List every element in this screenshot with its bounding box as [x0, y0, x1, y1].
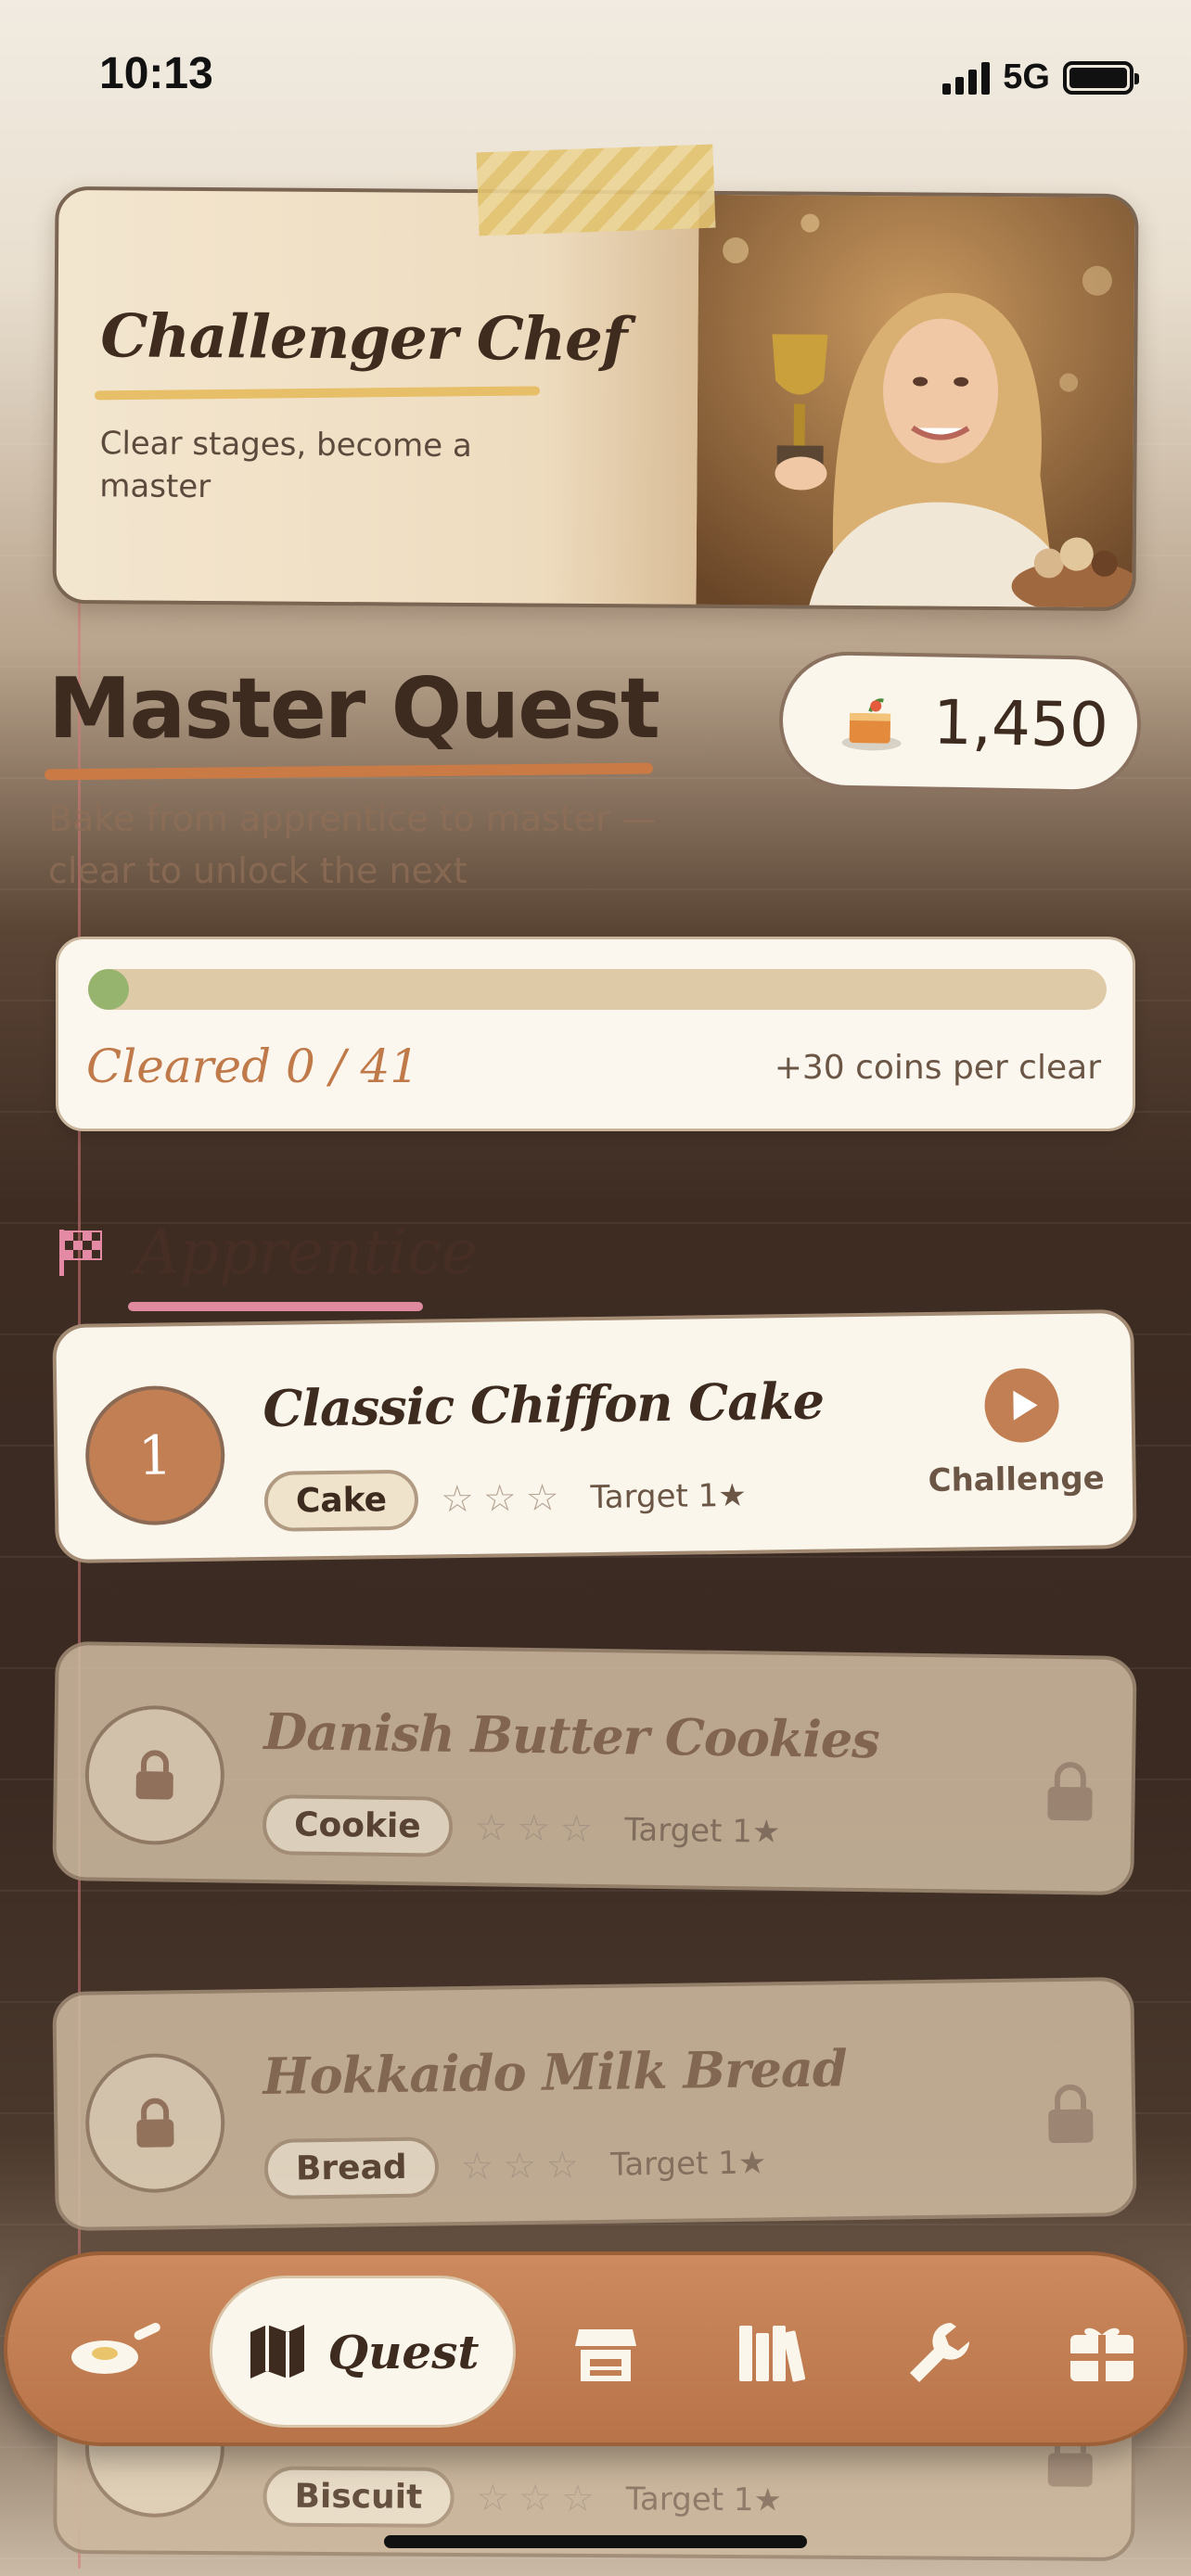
- status-bar: 10:13 5G: [0, 48, 1191, 104]
- stage-card-locked[interactable]: Hokkaido Milk Bread Bread ☆☆☆ Target 1★: [52, 1976, 1137, 2232]
- stage-meta: Biscuit ☆☆☆ Target 1★: [263, 2466, 783, 2531]
- play-icon[interactable]: [984, 1368, 1060, 1444]
- page-title-underline: [44, 762, 654, 781]
- wrench-icon: [910, 2323, 969, 2382]
- hero-banner[interactable]: Challenger Chef Clear stages, become a m…: [52, 185, 1139, 612]
- star-rating: ☆☆☆: [476, 2476, 605, 2520]
- stage-name: Hokkaido Milk Bread: [263, 2038, 848, 2106]
- hero-subtitle: Clear stages, become a master: [99, 425, 472, 506]
- hero-title-underline: [94, 386, 541, 401]
- lock-icon: [1048, 2084, 1094, 2144]
- page-title: Master Quest: [48, 660, 660, 758]
- signal-icon: [942, 61, 991, 95]
- stage-meta: Cookie ☆☆☆ Target 1★: [262, 1794, 781, 1862]
- stage-number-badge: 1: [84, 1384, 226, 1526]
- coin-balance[interactable]: 1,450: [777, 650, 1143, 795]
- star-rating: ☆☆☆: [440, 1475, 569, 1521]
- stage-card-locked[interactable]: Danish Butter Cookies Cookie ☆☆☆ Target …: [52, 1640, 1137, 1896]
- category-tag: Biscuit: [263, 2466, 455, 2528]
- page-subtitle: Bake from apprentice to master — clear t…: [48, 798, 657, 891]
- bottom-nav: Quest: [4, 2251, 1187, 2446]
- lock-icon: [136, 2098, 174, 2148]
- star-rating: ☆☆☆: [474, 1805, 603, 1851]
- nav-tools[interactable]: [889, 2255, 991, 2450]
- books-icon: [739, 2326, 806, 2382]
- hero-title: Challenger Chef: [100, 301, 627, 376]
- cleared-count: Cleared 0 / 41: [86, 1039, 420, 1093]
- nav-quest-label: Quest: [327, 2324, 480, 2379]
- gift-icon: [1070, 2327, 1133, 2381]
- progress-card: Cleared 0 / 41 +30 coins per clear: [56, 937, 1135, 1131]
- nav-library[interactable]: [722, 2255, 824, 2450]
- star-rating: ☆☆☆: [460, 2143, 589, 2188]
- nav-quest-active[interactable]: Quest: [210, 2276, 516, 2428]
- network-label: 5G: [1003, 57, 1050, 96]
- category-tag: Bread: [263, 2136, 440, 2200]
- category-tag: Cookie: [262, 1794, 454, 1857]
- progress-fill: [88, 969, 129, 1010]
- section-title: Apprentice: [135, 1217, 478, 1288]
- nav-gifts[interactable]: [1046, 2255, 1158, 2450]
- map-icon: [250, 2325, 304, 2378]
- stage-meta: Bread ☆☆☆ Target 1★: [263, 2132, 767, 2200]
- checkered-flag-icon: [59, 1230, 102, 1276]
- status-indicators: 5G: [942, 57, 1139, 97]
- stage-name: Classic Chiffon Cake: [263, 1371, 825, 1438]
- nav-kitchen[interactable]: [54, 2255, 174, 2450]
- target-label: Target 1★: [625, 2480, 783, 2519]
- lock-icon: [135, 1750, 173, 1800]
- section-title-underline: [128, 1302, 423, 1311]
- target-label: Target 1★: [609, 2143, 767, 2184]
- stage-name: Danish Butter Cookies: [263, 1702, 880, 1770]
- battery-icon: [1063, 60, 1139, 95]
- target-label: Target 1★: [590, 1476, 747, 1516]
- frying-pan-icon: [71, 2322, 160, 2374]
- progress-bar: [88, 969, 1107, 1010]
- coin-count: 1,450: [932, 685, 1109, 761]
- cake-coin-icon: [841, 698, 902, 751]
- challenge-button[interactable]: Challenge: [928, 1460, 1105, 1499]
- reward-info: +30 coins per clear: [774, 1049, 1101, 1087]
- target-label: Target 1★: [623, 1810, 781, 1851]
- category-tag: Cake: [263, 1469, 419, 1532]
- lock-badge: [84, 2052, 226, 2194]
- stage-card[interactable]: 1 Classic Chiffon Cake Cake ☆☆☆ Target 1…: [52, 1308, 1137, 1564]
- lock-badge: [83, 1704, 225, 1846]
- lock-icon: [1047, 1762, 1093, 1821]
- home-indicator[interactable]: [384, 2535, 807, 2548]
- washi-tape-decoration: [476, 144, 716, 236]
- shop-icon: [575, 2329, 636, 2381]
- chef-trophy-image: [696, 194, 1135, 612]
- stage-meta: Cake ☆☆☆ Target 1★: [263, 1465, 747, 1532]
- nav-shop[interactable]: [555, 2255, 657, 2450]
- status-time: 10:13: [99, 49, 213, 98]
